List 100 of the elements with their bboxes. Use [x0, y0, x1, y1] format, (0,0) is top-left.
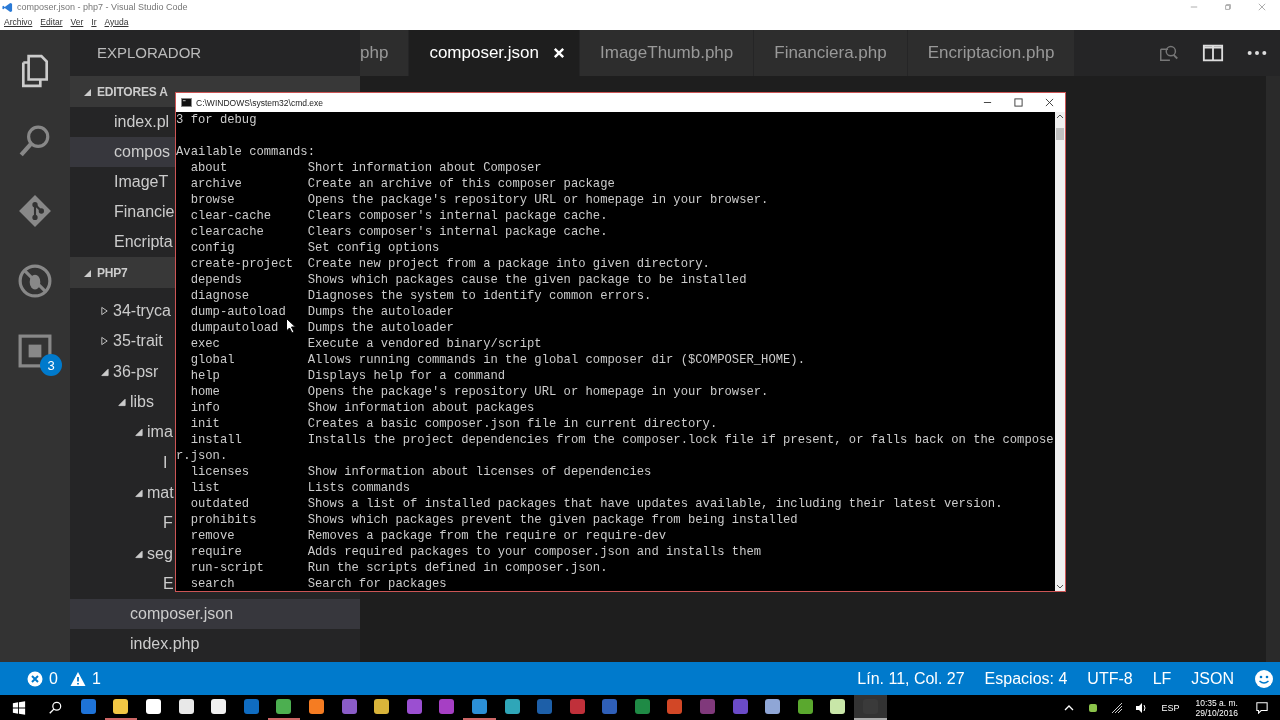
file-item[interactable]: index.php	[130, 635, 200, 654]
command-description: Dumps the autoloader	[307, 320, 454, 336]
tree-arrow-icon[interactable]	[134, 427, 143, 438]
command-description: Displays help for a command	[307, 368, 506, 384]
scrollbar[interactable]	[1055, 112, 1065, 591]
command-description: Set config options	[307, 240, 440, 256]
menu-item[interactable]: Editar	[40, 17, 63, 27]
volume-icon[interactable]	[1135, 701, 1148, 714]
command-name: remove	[190, 529, 235, 543]
window-title: composer.json - php7 - Visual Studio Code	[17, 2, 188, 12]
command-description: Removes a package from the require or require-dev	[307, 528, 666, 544]
start-icon[interactable]	[12, 700, 26, 715]
command-name: install	[190, 433, 242, 447]
command-name: exec	[190, 337, 220, 351]
scroll-down-icon[interactable]	[1055, 583, 1065, 591]
terminal-title: C:\WINDOWS\system32\cmd.exe	[196, 97, 324, 108]
tree-arrow-icon[interactable]	[100, 336, 109, 347]
command-name: about	[190, 161, 228, 175]
folder-item[interactable]: mat	[147, 483, 174, 502]
command-description: Creates a basic composer.json file in current directory.	[307, 416, 718, 432]
command-name: clearcache	[190, 225, 264, 239]
cursor-position[interactable]: Lín. 11, Col. 27	[857, 669, 965, 688]
folder-item[interactable]: 34-tryca	[113, 302, 171, 321]
command-description: Installs the project dependencies from the composer.lock file if present, or falls back on the compose	[307, 432, 1054, 448]
command-description: Clears composer's internal package cache.	[307, 224, 608, 240]
command-name: dumpautoload	[190, 321, 279, 335]
terminal-icon	[181, 98, 192, 107]
tree-arrow-icon[interactable]	[134, 487, 143, 498]
menu-item[interactable]: Ir	[91, 17, 97, 27]
command-name: browse	[190, 193, 235, 207]
command-name: archive	[190, 177, 242, 191]
command-description: Short information about Composer	[307, 160, 542, 176]
editor-tab[interactable]: php	[360, 30, 410, 76]
command-name: create-project	[190, 257, 294, 271]
section-header[interactable]: PHP7	[97, 265, 128, 280]
smiley-icon[interactable]	[1254, 668, 1274, 689]
command-description: Diagnoses the system to identify common errors.	[307, 288, 652, 304]
command-name: depends	[190, 273, 242, 287]
scrollbar[interactable]	[1266, 76, 1280, 662]
maximize-icon[interactable]	[1014, 98, 1023, 107]
folder-item[interactable]: seg	[147, 544, 173, 563]
editor-tab[interactable]: Encriptacion.php	[907, 30, 1076, 76]
scroll-thumb[interactable]	[1056, 128, 1064, 140]
debug-icon[interactable]	[18, 264, 52, 298]
tree-arrow-icon[interactable]	[100, 366, 109, 377]
section-header[interactable]: EDITORES A	[97, 84, 168, 99]
command-name: run-script	[190, 561, 264, 575]
command-description: Create new project from a package into given directory.	[307, 256, 710, 272]
line-ending[interactable]: LF	[1152, 669, 1172, 688]
folder-item[interactable]: 35-trait	[113, 332, 163, 351]
file-item[interactable]: F	[163, 514, 173, 533]
editor-tab[interactable]: composer.json	[409, 30, 580, 76]
file-item[interactable]: E	[163, 574, 174, 593]
menu-item[interactable]: Ver	[70, 17, 84, 27]
clock[interactable]: 10:35 a. m. 29/10/2016	[1195, 697, 1238, 718]
command-name: outdated	[190, 497, 250, 511]
command-description: Clears composer's internal package cache.	[307, 208, 608, 224]
warning-count[interactable]: 1	[91, 669, 101, 688]
file-item[interactable]: I	[163, 453, 168, 472]
warning-icon[interactable]	[69, 670, 86, 687]
language-indicator[interactable]: ESP	[1161, 702, 1180, 713]
command-description: Run the scripts defined in composer.json.	[307, 560, 608, 576]
command-name: diagnose	[190, 289, 250, 303]
folder-item[interactable]: ima	[147, 423, 173, 442]
open-editor-item[interactable]: compos	[70, 137, 175, 167]
tree-arrow-icon[interactable]	[134, 548, 143, 559]
scroll-up-icon[interactable]	[1055, 112, 1065, 120]
menu-item[interactable]: Archivo	[4, 17, 33, 27]
sidebar-title: EXPLORADOR	[96, 43, 203, 63]
tree-arrow-icon[interactable]	[117, 397, 126, 408]
command-description: Adds required packages to your composer.json and installs them	[307, 544, 762, 560]
tree-arrow-icon[interactable]	[100, 306, 109, 317]
command-name: info	[190, 401, 220, 415]
extensions-icon[interactable]	[18, 334, 52, 368]
command-name: init	[190, 417, 220, 431]
folder-item[interactable]: libs	[130, 393, 154, 412]
split-editor-icon[interactable]	[1202, 42, 1224, 64]
command-description: Shows which packages cause the given package to be installed	[307, 272, 747, 288]
app-logo-icon	[2, 1, 13, 13]
indentation[interactable]: Espacios: 4	[984, 669, 1068, 688]
language-mode[interactable]: JSON	[1191, 669, 1234, 688]
close-icon[interactable]	[1045, 98, 1054, 107]
editor-tab[interactable]: ImageThumb.php	[580, 30, 755, 76]
notification-icon[interactable]	[1256, 701, 1268, 714]
error-count[interactable]: 0	[49, 669, 58, 688]
command-description: Shows a list of installed packages that have updates available, including their latest version.	[307, 496, 1003, 512]
command-description: Execute a vendored binary/script	[307, 336, 542, 352]
command-name: config	[190, 241, 235, 255]
encoding[interactable]: UTF-8	[1087, 669, 1133, 688]
terminal-line: Available commands:	[176, 144, 315, 160]
folder-item[interactable]: 36-psr	[113, 362, 159, 381]
search-icon[interactable]	[48, 700, 62, 715]
editor-tab[interactable]: Financiera.php	[754, 30, 908, 76]
command-name: help	[190, 369, 220, 383]
command-description: Dumps the autoloader	[307, 304, 454, 320]
command-description: Shows which packages prevent the given package from being installed	[307, 512, 798, 528]
error-icon[interactable]	[27, 670, 43, 687]
menu-item[interactable]: Ayuda	[104, 17, 129, 27]
command-description: Create an archive of this composer package	[307, 176, 615, 192]
command-description: Opens the package's repository URL or homepage in your browser.	[307, 192, 769, 208]
